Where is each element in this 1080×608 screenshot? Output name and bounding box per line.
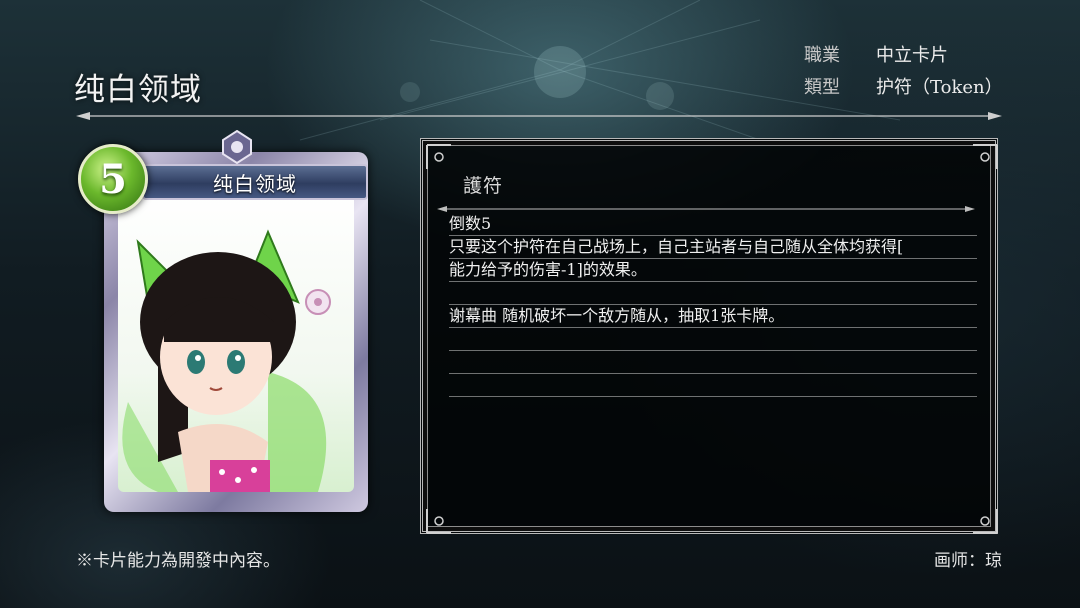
- artist-credit: 画师：琼: [934, 551, 1002, 571]
- ability-line: [449, 282, 977, 305]
- type-value: 护符（Token）: [876, 77, 1003, 98]
- card-name-banner: 纯白领域: [142, 164, 368, 200]
- ability-line: [449, 328, 977, 351]
- ability-line: 只要这个护符在自己战场上，自己主站者与自己随从全体均获得[: [449, 236, 977, 259]
- card-art-area: [118, 192, 354, 492]
- header-divider: [76, 112, 1002, 120]
- ability-text: 倒数5 只要这个护符在自己战场上，自己主站者与自己随从全体均获得[ 能力给予的伤…: [449, 213, 977, 397]
- class-value: 中立卡片: [876, 45, 948, 66]
- panel-divider: [437, 206, 975, 212]
- type-row: 類型 护符（Token）: [804, 72, 1003, 104]
- ability-line: 能力给予的伤害-1]的效果。: [449, 259, 977, 282]
- gem-icon: [222, 130, 252, 164]
- ability-line: 倒数5: [449, 213, 977, 236]
- type-label: 類型: [804, 77, 840, 98]
- class-label: 職業: [804, 45, 840, 66]
- ability-line: 谢幕曲 随机破坏一个敌方随从，抽取1张卡牌。: [449, 305, 977, 328]
- character-art: [122, 229, 331, 492]
- description-panel: 護符 倒数5 只要这个护符在自己战场上，自己主站者与自己随从全体均获得[ 能力给…: [420, 138, 998, 534]
- development-note: ※卡片能力為開發中內容。: [76, 551, 280, 571]
- card-title: 纯白领域: [74, 72, 202, 108]
- ability-line: [449, 374, 977, 397]
- class-row: 職業 中立卡片: [804, 40, 1003, 72]
- ability-line: [449, 351, 977, 374]
- card-preview[interactable]: 纯白领域 5: [78, 130, 370, 514]
- panel-type-heading: 護符: [463, 175, 504, 197]
- card-meta: 職業 中立卡片 類型 护符（Token）: [804, 40, 1003, 104]
- cost-gem: 5: [78, 144, 148, 214]
